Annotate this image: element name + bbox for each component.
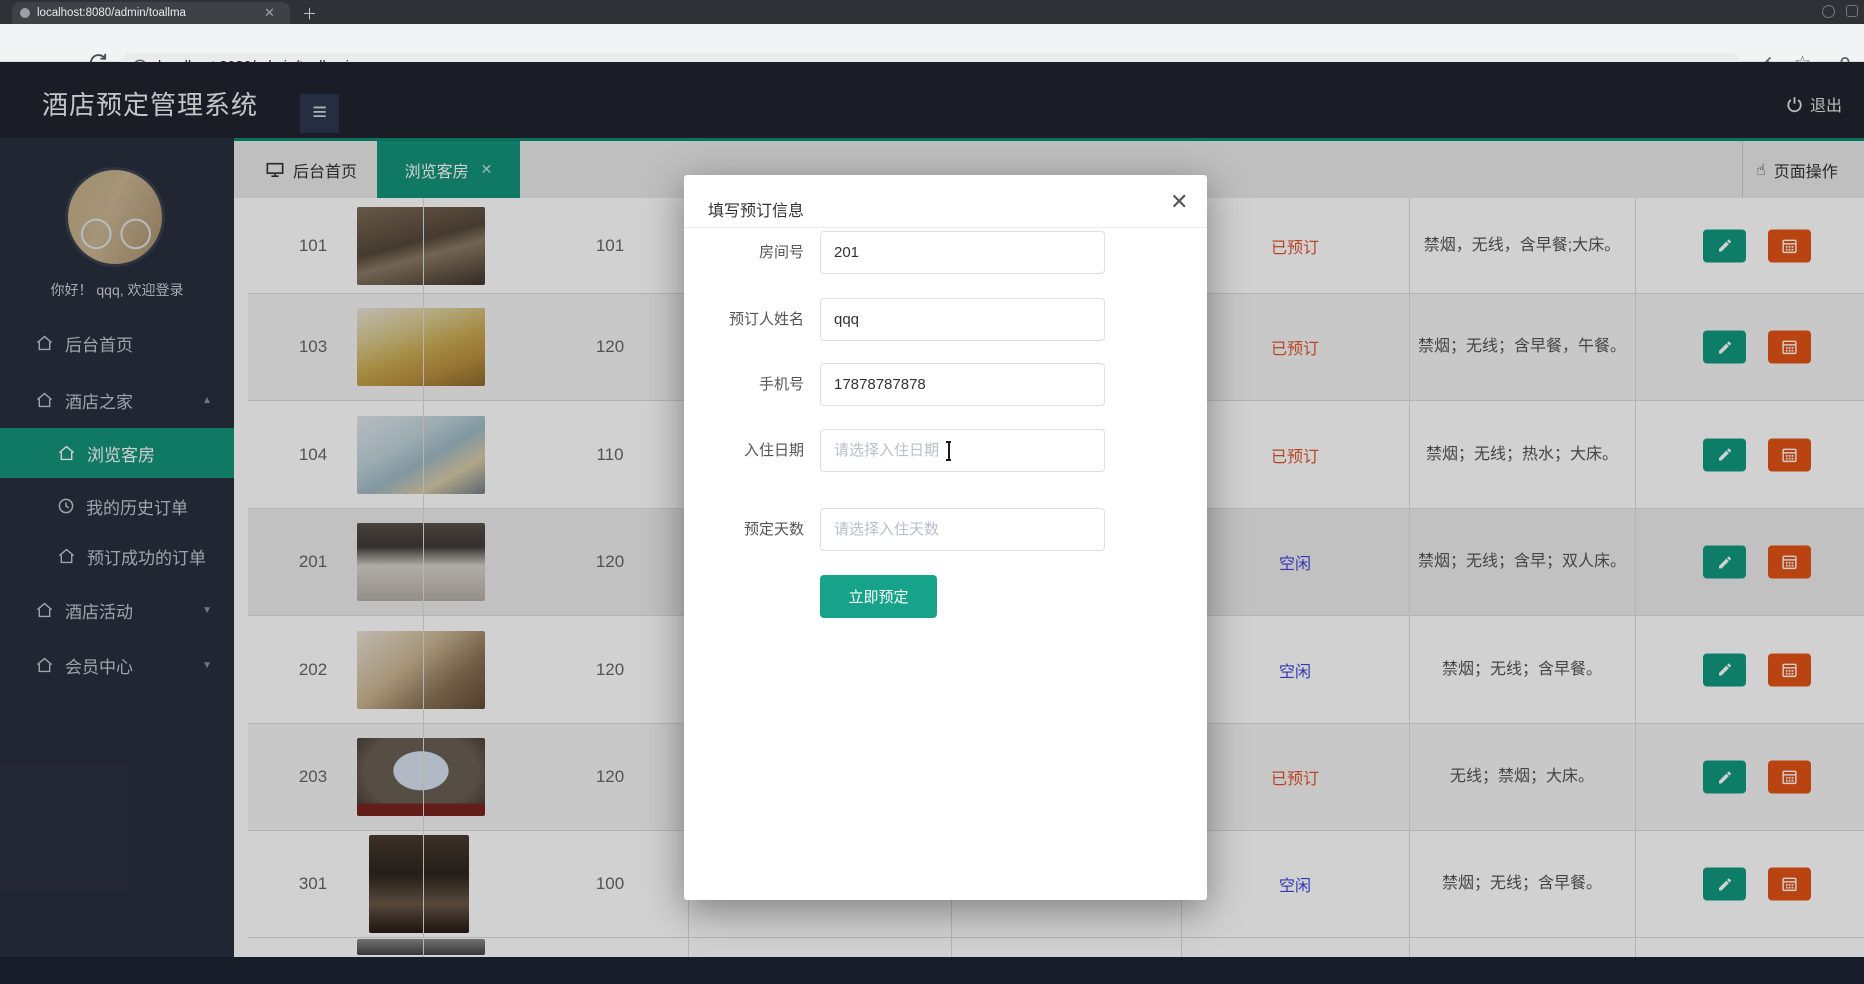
phone-input[interactable]: [820, 363, 1105, 406]
days-input[interactable]: [820, 508, 1105, 551]
field-label: 房间号: [758, 244, 804, 261]
guest-name-input[interactable]: [820, 298, 1105, 341]
new-tab-button[interactable]: ＋: [302, 3, 317, 24]
field-label: 预定天数: [743, 521, 804, 538]
window-icon[interactable]: [1846, 5, 1858, 17]
favicon: [20, 8, 30, 18]
form-row: 入住日期: [684, 429, 1207, 472]
booking-modal: 填写预订信息 ✕ 房间号 预订人姓名 手机号 入住日期 预定天数 立即预定: [684, 175, 1207, 900]
browser-tab[interactable]: localhost:8080/admin/toallma ✕: [12, 2, 290, 24]
room-number-input[interactable]: [820, 231, 1105, 274]
modal-title: 填写预订信息: [708, 203, 805, 220]
browser-tab-title: localhost:8080/admin/toallma: [37, 7, 186, 19]
field-label: 手机号: [758, 376, 804, 393]
form-row: 房间号: [684, 231, 1207, 274]
checkin-date-input[interactable]: [820, 429, 1105, 472]
modal-close-icon[interactable]: ✕: [1170, 189, 1188, 215]
form-row: 手机号: [684, 363, 1207, 406]
field-label: 预订人姓名: [728, 311, 804, 328]
divider: [684, 227, 1207, 228]
screen: localhost:8080/admin/toallma ✕ ＋ ← → loc…: [0, 0, 1864, 984]
tab-close-icon[interactable]: ✕: [264, 5, 275, 21]
form-row: 预订人姓名: [684, 298, 1207, 341]
browser-toolbar: ← → localhost:8080/admin/toallmain ☆: [0, 24, 1864, 81]
browser-tabstrip: localhost:8080/admin/toallma ✕ ＋: [0, 0, 1864, 24]
profile-circle-icon[interactable]: [1822, 5, 1835, 18]
submit-booking-button[interactable]: 立即预定: [820, 575, 937, 618]
field-label: 入住日期: [743, 442, 804, 459]
form-row: 预定天数: [684, 508, 1207, 551]
